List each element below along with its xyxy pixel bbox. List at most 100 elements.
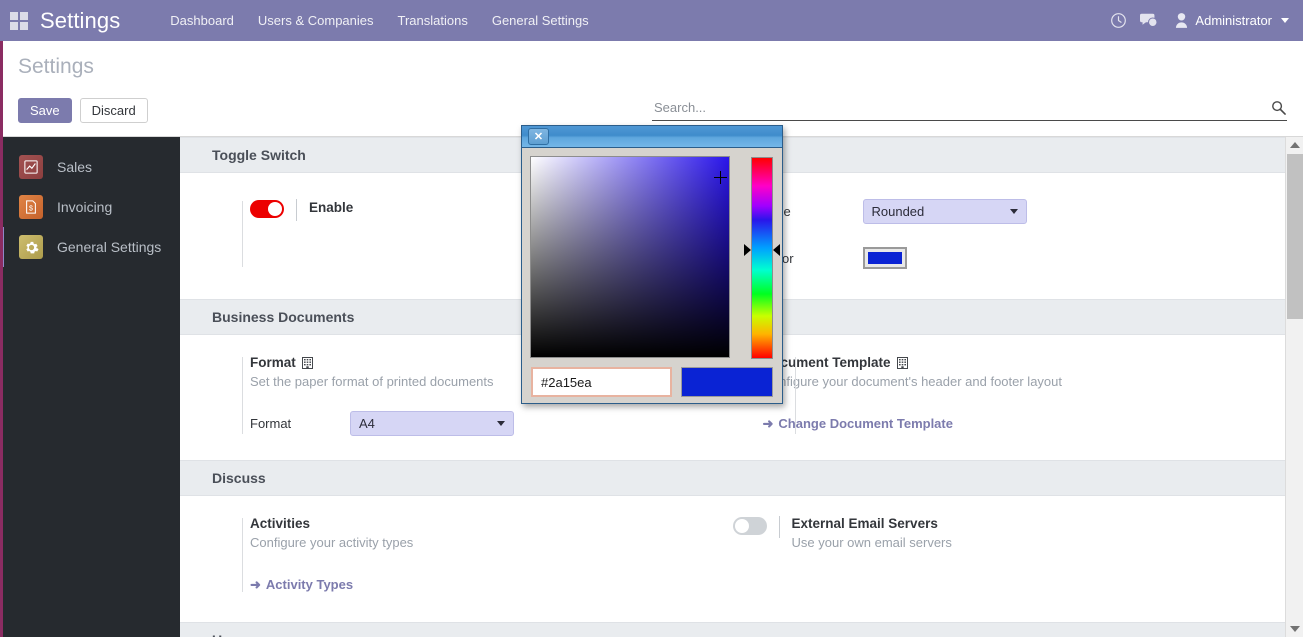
- apps-grid-cell: [10, 21, 18, 30]
- close-icon[interactable]: ✕: [528, 128, 549, 145]
- section-title-discuss: Discuss: [180, 460, 1285, 496]
- dialog-body: [522, 148, 782, 397]
- change-document-template-label: Change Document Template: [778, 416, 953, 431]
- section-title-users: Users: [180, 622, 1285, 637]
- top-navbar: Settings Dashboard Users & Companies Tra…: [0, 0, 1303, 41]
- format-field-row: Format A4: [250, 411, 733, 436]
- user-avatar-icon: [1175, 12, 1188, 29]
- activities-block: Activities Configure your activity types…: [180, 516, 733, 594]
- hex-color-input[interactable]: [531, 367, 672, 397]
- sidebar-item-label: Invoicing: [57, 199, 113, 215]
- hue-marker-right-icon: [773, 244, 780, 256]
- messages-icon[interactable]: [1133, 0, 1163, 41]
- invoice-document-icon: $: [19, 195, 43, 219]
- sidebar-item-invoicing[interactable]: $ Invoicing: [3, 187, 180, 227]
- sidebar-item-general-settings[interactable]: General Settings: [0, 227, 180, 267]
- control-panel: Settings Save Discard: [0, 41, 1303, 137]
- arrow-right-icon: ➜: [762, 416, 774, 431]
- divider: [296, 199, 297, 221]
- format-field-label: Format: [250, 416, 292, 431]
- activities-title: Activities: [250, 516, 311, 531]
- format-select[interactable]: A4: [350, 411, 514, 436]
- vertical-scrollbar[interactable]: [1285, 137, 1303, 637]
- activity-types-link-row: ➜ Activity Types: [250, 576, 733, 594]
- section-body-discuss: Activities Configure your activity types…: [180, 496, 1285, 622]
- sidebar-item-label: General Settings: [57, 239, 162, 255]
- format-select-value: A4: [359, 416, 375, 431]
- search-input[interactable]: [652, 99, 1269, 116]
- save-button[interactable]: Save: [18, 98, 72, 123]
- divider: [778, 516, 780, 538]
- scroll-up-arrow-icon[interactable]: [1286, 137, 1303, 153]
- activity-clock-icon[interactable]: [1103, 0, 1133, 41]
- app-brand-title[interactable]: Settings: [40, 8, 120, 34]
- external-email-toggle-row: External Email Servers Use your own emai…: [732, 516, 1286, 550]
- type-select[interactable]: Rounded: [862, 199, 1027, 224]
- toggle-switch-right-column: Type Rounded Color: [733, 199, 1286, 269]
- external-email-servers-toggle[interactable]: [732, 517, 767, 535]
- format-setting-title: Format: [250, 355, 296, 370]
- vertical-scroll-thumb[interactable]: [1287, 154, 1303, 319]
- hue-marker-left-icon: [744, 244, 751, 256]
- enable-label: Enable: [309, 200, 354, 215]
- apps-grid-cell: [20, 11, 28, 20]
- dialog-title-bar[interactable]: ✕: [522, 126, 782, 148]
- left-accent-edge: [0, 41, 3, 637]
- user-name-label: Administrator: [1195, 13, 1272, 28]
- nav-item-dashboard[interactable]: Dashboard: [158, 0, 246, 41]
- nav-item-general-settings[interactable]: General Settings: [480, 0, 601, 41]
- scroll-down-arrow-icon[interactable]: [1286, 621, 1303, 637]
- toggle-knob: [268, 202, 282, 216]
- chevron-down-icon: [497, 421, 505, 426]
- external-email-desc: Use your own email servers: [791, 535, 952, 550]
- search-icon[interactable]: [1269, 100, 1287, 115]
- apps-grid-cell: [20, 21, 28, 30]
- change-document-template-link[interactable]: ➜ Change Document Template: [763, 416, 953, 431]
- chevron-down-icon: [1009, 209, 1018, 214]
- sidebar-item-label: Sales: [57, 159, 93, 175]
- hue-slider[interactable]: [744, 157, 780, 359]
- saturation-value-gradient: [531, 157, 729, 357]
- search-bar: [652, 95, 1287, 121]
- external-email-block: External Email Servers Use your own emai…: [732, 516, 1286, 594]
- color-swatch-fill: [867, 252, 902, 264]
- settings-page: Settings Dashboard Users & Companies Tra…: [0, 0, 1303, 637]
- external-email-title: External Email Servers: [791, 516, 938, 531]
- external-email-text-group: External Email Servers Use your own emai…: [792, 516, 952, 550]
- color-preview-swatch: [681, 367, 773, 397]
- toggle-knob: [734, 519, 749, 533]
- sales-chart-icon: [19, 155, 43, 179]
- control-panel-buttons: Save Discard: [18, 98, 148, 123]
- nav-item-translations[interactable]: Translations: [386, 0, 480, 41]
- page-title: Settings: [18, 55, 94, 78]
- activity-types-label: Activity Types: [265, 577, 354, 592]
- activity-types-link[interactable]: ➜ Activity Types: [250, 577, 353, 592]
- color-swatch-button[interactable]: [862, 247, 907, 269]
- nav-item-users-companies[interactable]: Users & Companies: [246, 0, 386, 41]
- gear-icon: [19, 235, 43, 259]
- apps-grid-icon[interactable]: [10, 11, 28, 30]
- navbar-right-group: Administrator: [1103, 0, 1303, 41]
- arrow-right-icon: ➜: [250, 577, 261, 592]
- color-field-row: Color: [763, 247, 1286, 269]
- building-icon: [896, 356, 908, 369]
- user-menu[interactable]: Administrator: [1175, 12, 1289, 29]
- discard-button[interactable]: Discard: [79, 98, 148, 123]
- chevron-down-icon: [1281, 18, 1289, 23]
- svg-text:$: $: [29, 206, 33, 213]
- type-field-row: Type Rounded: [763, 199, 1286, 224]
- apps-grid-cell: [10, 11, 18, 20]
- hue-gradient: [752, 158, 772, 358]
- document-template-link-row: ➜ Change Document Template: [763, 415, 1286, 433]
- type-select-value: Rounded: [871, 204, 925, 219]
- color-picker-dialog: ✕: [521, 125, 783, 404]
- document-template-title-row: Document Template: [763, 355, 1286, 370]
- settings-sidebar: Sales $ Invoicing General Settings: [0, 137, 180, 637]
- saturation-value-area[interactable]: [530, 156, 730, 358]
- sidebar-item-sales[interactable]: Sales: [3, 147, 180, 187]
- document-template-block: Document Template Configure your documen…: [733, 355, 1286, 436]
- activities-desc: Configure your activity types: [250, 535, 414, 550]
- enable-toggle-switch[interactable]: [250, 200, 284, 218]
- document-template-desc: Configure your document's header and foo…: [762, 374, 1063, 389]
- building-icon: [301, 356, 313, 369]
